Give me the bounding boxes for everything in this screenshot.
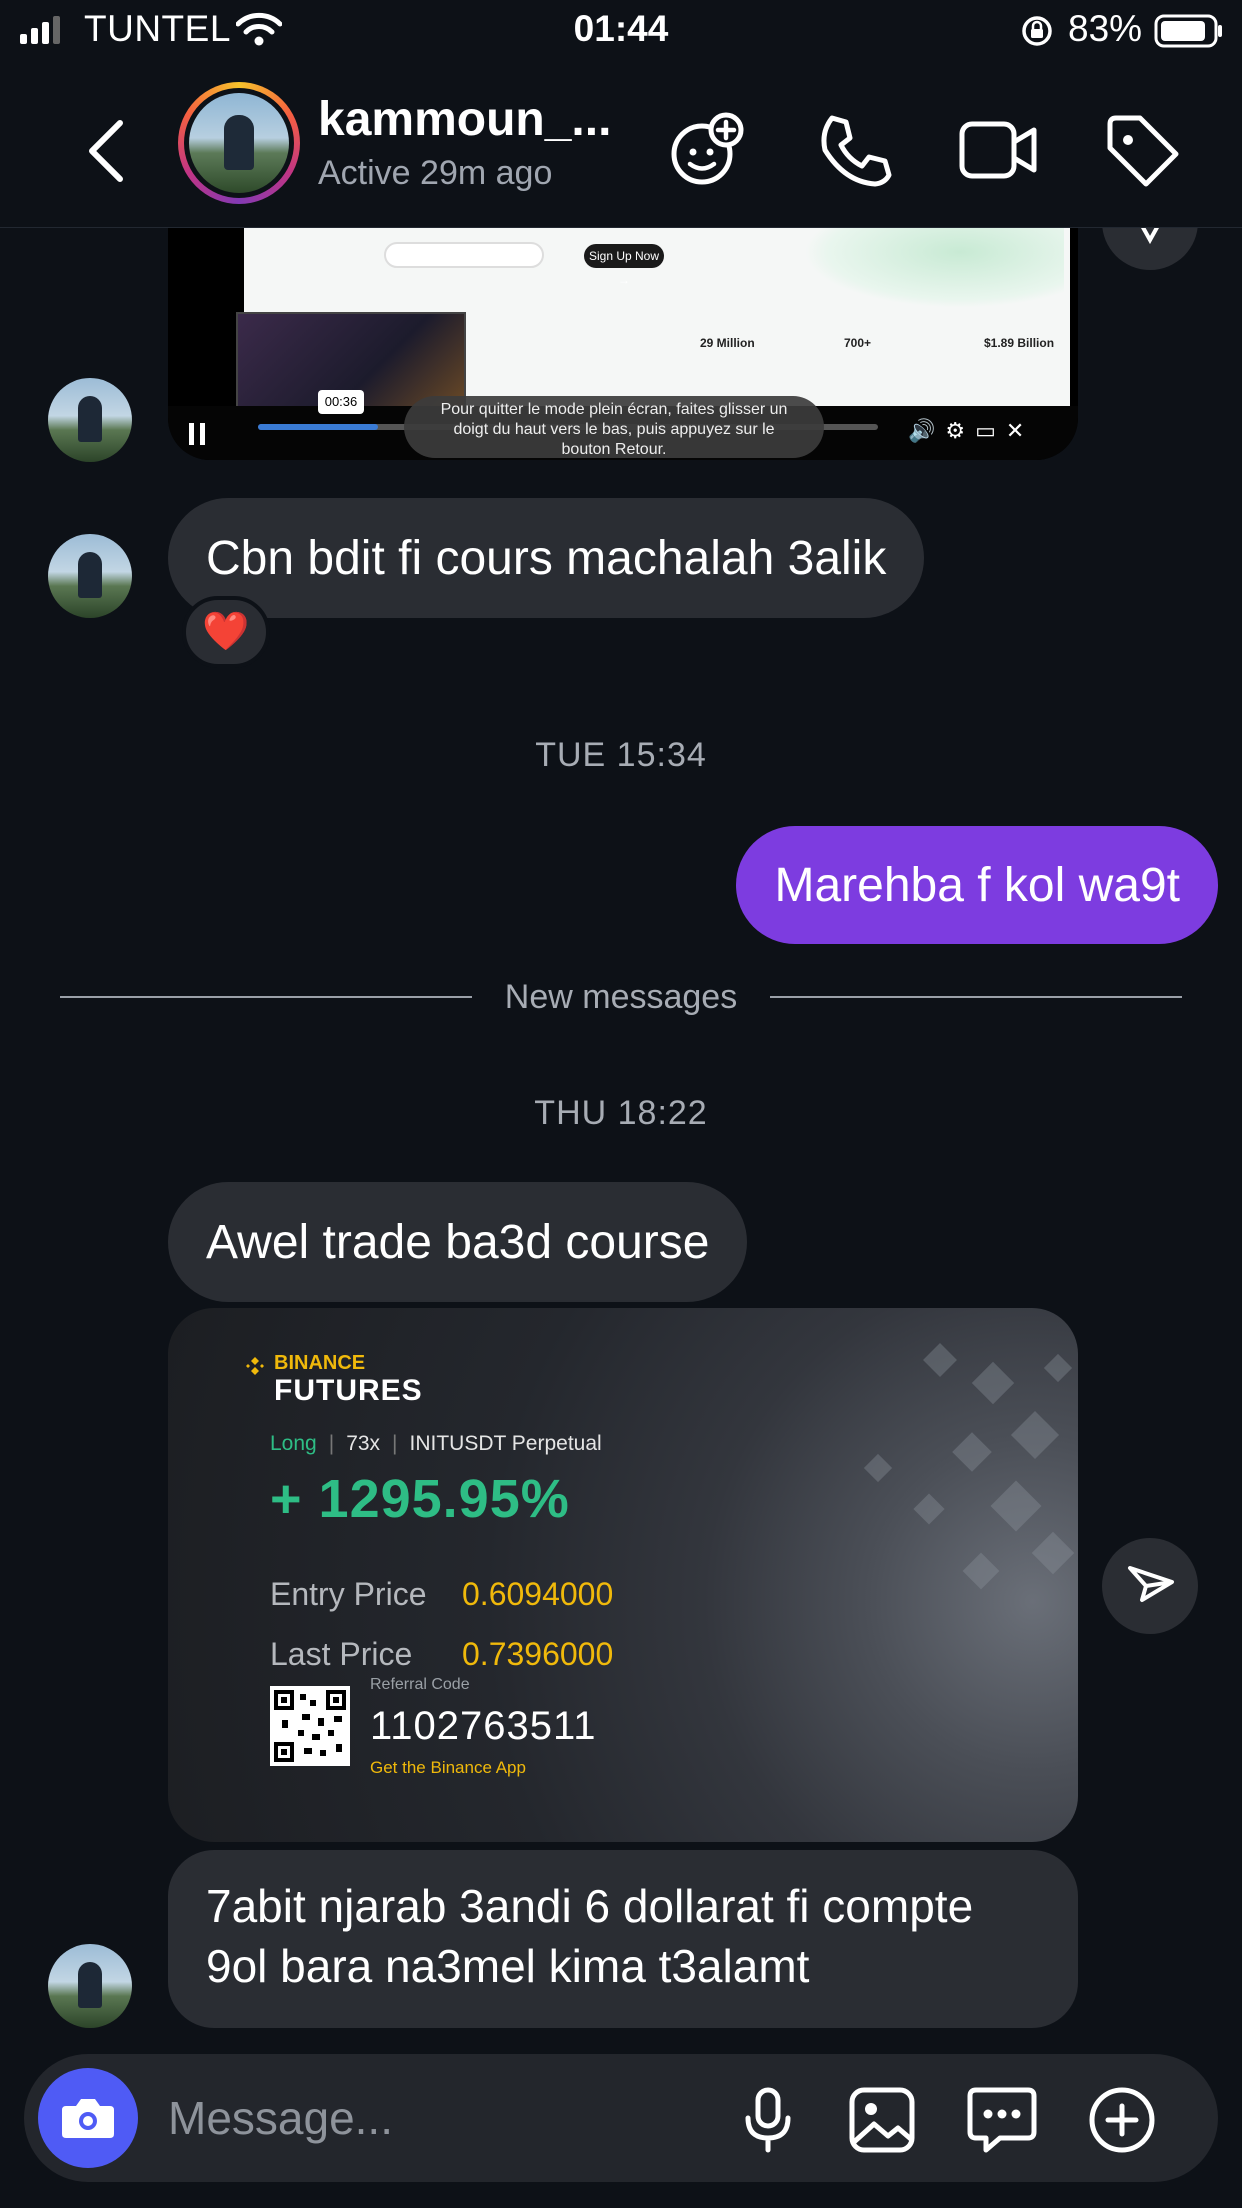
video-site-button: Sign Up Now → [584, 244, 664, 287]
video-stat: 700+ [844, 336, 872, 350]
binance-app-cta: Get the Binance App [370, 1758, 526, 1777]
camera-icon [62, 2099, 114, 2138]
rotation-lock-icon [1022, 16, 1052, 46]
phone-icon[interactable] [814, 110, 894, 190]
battery-icon [1154, 14, 1222, 48]
heart-reaction[interactable]: ❤️ [182, 596, 270, 668]
share-button[interactable] [1102, 1538, 1198, 1634]
message-line: 7abit njarab 3andi 6 dollarat fi compte [206, 1880, 974, 1932]
video-player-controls[interactable]: 🔊⚙▭✕ [908, 418, 1034, 444]
message-timestamp: THU 18:22 [534, 1094, 708, 1132]
message-bubble-incoming[interactable]: Awel trade ba3d course [168, 1182, 748, 1302]
clock: 01:44 [573, 8, 669, 49]
position-meta: Long | 73x | INITUSDT Perpetual [270, 1432, 602, 1455]
pnl-percentage: + 1295.95% [270, 1469, 570, 1529]
sender-avatar[interactable] [48, 534, 132, 618]
fullscreen-toast: Pour quitter le mode plein écran, faites… [404, 396, 824, 458]
plus-icon[interactable] [1086, 2084, 1158, 2156]
video-stat: 29 Million [700, 336, 755, 350]
binance-product: FUTURES [274, 1374, 423, 1407]
video-robot-image [804, 228, 1064, 308]
entry-price-value: 0.6094000 [462, 1576, 614, 1612]
camera-button[interactable] [38, 2068, 138, 2168]
contact-username[interactable]: kammoun_... [318, 92, 611, 147]
battery-percentage: 83% [1068, 8, 1143, 49]
binance-logo-icon [246, 1357, 264, 1375]
message-timestamp: TUE 15:34 [535, 736, 707, 774]
last-price-value: 0.7396000 [462, 1636, 614, 1672]
pause-icon[interactable] [188, 423, 206, 445]
chat-sticker-icon[interactable] [966, 2084, 1038, 2156]
profile-avatar[interactable] [178, 82, 300, 204]
message-line: 9ol bara na3mel kima t3alamt [206, 1940, 810, 1992]
message-bubble-outgoing[interactable]: Marehba f kol wa9t [736, 826, 1218, 944]
contact-activity-status: Active 29m ago [318, 154, 553, 192]
tag-icon[interactable] [1102, 110, 1182, 190]
qr-code [270, 1686, 350, 1766]
video-time-badge: 00:36 [318, 390, 364, 414]
video-progress-fill [258, 424, 378, 430]
gallery-icon[interactable] [846, 2084, 918, 2156]
video-call-icon[interactable] [958, 110, 1038, 190]
microphone-icon[interactable] [732, 2084, 804, 2156]
referral-code: 1102763511 [370, 1704, 597, 1748]
position-pair: INITUSDT Perpetual [409, 1432, 602, 1455]
chat-header: kammoun_... Active 29m ago [0, 62, 1242, 228]
sender-avatar[interactable] [48, 378, 132, 462]
divider-line [770, 996, 1182, 998]
back-chevron-icon[interactable] [84, 117, 128, 185]
message-input[interactable] [168, 2082, 688, 2154]
message-bubble-incoming[interactable]: 7abit njarab 3andi 6 dollarat fi compte … [168, 1850, 1078, 2028]
entry-price-label: Entry Price [270, 1576, 427, 1612]
video-site-input [384, 242, 544, 268]
message-composer [24, 2054, 1218, 2182]
decorative-diamond-pattern [863, 1343, 1075, 1590]
shared-image-binance-card[interactable]: BINANCE FUTURES Long | 73x | INITUSDT Perpet… [168, 1308, 1078, 1842]
send-icon [1128, 1566, 1174, 1602]
position-side: Long [270, 1432, 317, 1455]
position-leverage: 73x [346, 1432, 381, 1455]
binance-brand: BINANCE [274, 1352, 366, 1374]
video-stat: $1.89 Billion [984, 336, 1055, 350]
sender-avatar[interactable] [48, 1944, 132, 2028]
message-bubble-incoming[interactable]: Cbn bdit fi cours machalah 3alik [168, 498, 925, 618]
avatar-effect-icon[interactable] [668, 110, 748, 190]
referral-label: Referral Code [370, 1676, 470, 1693]
video-message[interactable]: Sign Up Now → 29 Million 700+ $1.89 Bill… [168, 228, 1078, 460]
last-price-label: Last Price [270, 1636, 413, 1672]
status-bar: TUNTEL 01:44 83% [0, 0, 1242, 62]
